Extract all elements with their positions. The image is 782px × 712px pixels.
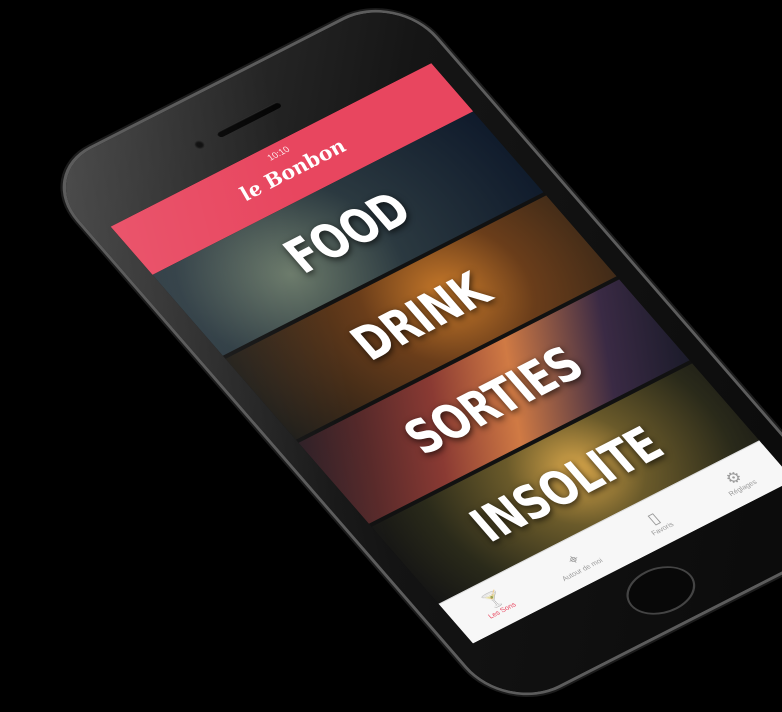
phone-device: 10:10 le Bonbon FOOD DRINK SORTIES INSOL… (40, 0, 782, 712)
tab-label: Autour de moi (560, 557, 605, 583)
